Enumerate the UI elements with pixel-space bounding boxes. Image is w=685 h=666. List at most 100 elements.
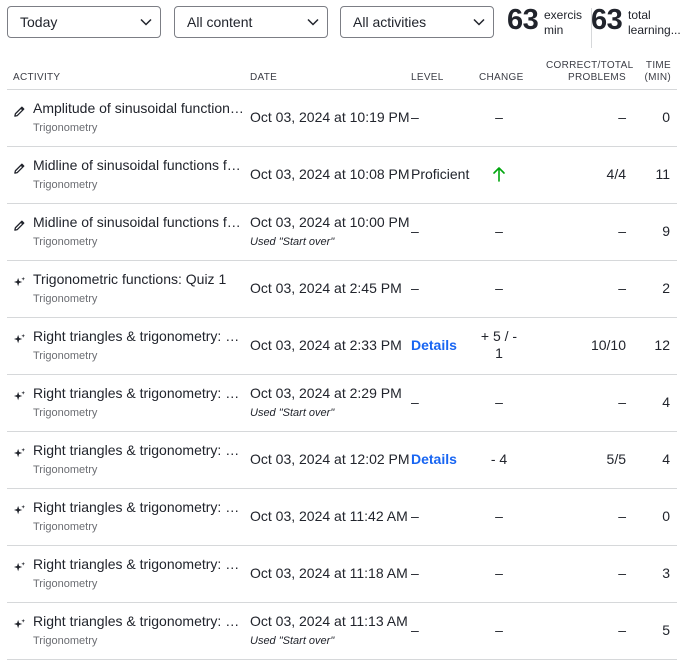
start-over-note: Used "Start over" — [250, 407, 335, 419]
correct-total-value: – — [618, 394, 626, 410]
chevron-down-icon — [473, 18, 485, 26]
correct-total-value: – — [618, 508, 626, 524]
activity-date: Oct 03, 2024 at 2:33 PM — [250, 337, 402, 353]
time-value: 3 — [662, 565, 670, 581]
time-value: 9 — [662, 223, 670, 239]
table-row[interactable]: Right triangles & trigonometry: Unit tes… — [7, 375, 677, 432]
correct-total-value: 5/5 — [606, 451, 626, 467]
activity-subject: Trigonometry — [33, 635, 98, 647]
change-value: - 4 — [490, 451, 508, 467]
content-value: All content — [187, 14, 253, 30]
activity-title[interactable]: Midline of sinusoidal functions from gra… — [33, 157, 245, 174]
activity-subject: Trigonometry — [33, 578, 98, 590]
correct-total-value: – — [618, 565, 626, 581]
header-correct-total: CORRECT/TOTAL PROBLEMS — [546, 60, 634, 83]
time-value: 0 — [662, 508, 670, 524]
activity-title[interactable]: Trigonometric functions: Quiz 1 — [33, 271, 245, 288]
activity-title[interactable]: Right triangles & trigonometry: Quiz 2 — [33, 442, 245, 459]
level-value: – — [411, 622, 419, 638]
table-row[interactable]: Right triangles & trigonometry: Quiz 1 Tr… — [7, 546, 677, 603]
change-value: – — [495, 508, 503, 524]
activity-title[interactable]: Right triangles & trigonometry: Quiz 1 — [33, 613, 245, 630]
correct-total-value: – — [618, 109, 626, 125]
activity-title[interactable]: Midline of sinusoidal functions from equ… — [33, 214, 245, 231]
details-link[interactable]: Details — [411, 451, 457, 468]
level-value: – — [411, 508, 419, 524]
activity-subject: Trigonometry — [33, 179, 98, 191]
content-select[interactable]: All content — [174, 6, 328, 38]
details-link[interactable]: Details — [411, 337, 457, 354]
exercise-minutes-stat: 63 exercis min — [507, 4, 585, 46]
header-activity: ACTIVITY — [13, 72, 61, 83]
level-value: – — [411, 109, 419, 125]
correct-total-value: 10/10 — [590, 337, 626, 353]
table-row[interactable]: Midline of sinusoidal functions from equ… — [7, 204, 677, 261]
learning-minutes-label: total learning... — [628, 8, 680, 37]
activity-subject: Trigonometry — [33, 464, 98, 476]
sparkle-icon — [13, 561, 26, 574]
sparkle-icon — [13, 390, 26, 403]
activities-select[interactable]: All activities — [340, 6, 494, 38]
activity-table: Amplitude of sinusoidal functions from e… — [7, 90, 677, 660]
sparkle-icon — [13, 333, 26, 346]
activity-date: Oct 03, 2024 at 10:00 PM — [250, 214, 410, 230]
change-value: – — [495, 280, 503, 296]
date-range-select[interactable]: Today — [7, 6, 161, 38]
table-row[interactable]: Right triangles & trigonometry: Quiz 2 Tr… — [7, 432, 677, 489]
time-value: 11 — [655, 166, 670, 182]
activities-value: All activities — [353, 14, 427, 30]
activity-date: Oct 03, 2024 at 2:45 PM — [250, 280, 402, 296]
activity-title[interactable]: Right triangles & trigonometry: Unit tes… — [33, 328, 245, 345]
pencil-icon — [13, 219, 26, 232]
activity-title[interactable]: Right triangles & trigonometry: Unit tes… — [33, 385, 245, 402]
table-row[interactable]: Midline of sinusoidal functions from gra… — [7, 147, 677, 204]
change-value: – — [495, 223, 503, 239]
activity-title[interactable]: Right triangles & trigonometry: Quiz 2 — [33, 499, 245, 516]
chevron-down-icon — [307, 18, 319, 26]
level-value: – — [411, 394, 419, 410]
time-value: 4 — [662, 451, 670, 467]
activity-date: Oct 03, 2024 at 11:18 AM — [250, 565, 408, 581]
time-value: 5 — [662, 622, 670, 638]
date-range-value: Today — [20, 14, 58, 30]
activity-subject: Trigonometry — [33, 293, 98, 305]
exercise-minutes-value: 63 — [507, 4, 539, 36]
header-date: DATE — [250, 72, 278, 83]
activity-date: Oct 03, 2024 at 10:08 PM — [250, 166, 410, 182]
correct-total-value: – — [618, 622, 626, 638]
header-level: LEVEL — [411, 72, 444, 83]
start-over-note: Used "Start over" — [250, 635, 335, 647]
time-value: 0 — [662, 109, 670, 125]
activity-title[interactable]: Amplitude of sinusoidal functions from e… — [33, 100, 245, 117]
filter-bar: Today All content All activities 63 exer… — [7, 4, 685, 48]
sparkle-icon — [13, 276, 26, 289]
pencil-icon — [13, 105, 26, 118]
level-value: – — [411, 280, 419, 296]
activity-title[interactable]: Right triangles & trigonometry: Quiz 1 — [33, 556, 245, 573]
exercise-minutes-label: exercis min — [544, 8, 582, 37]
learning-minutes-stat: 63 total learning... — [591, 4, 681, 46]
activity-subject: Trigonometry — [33, 350, 98, 362]
activity-subject: Trigonometry — [33, 122, 98, 134]
activity-subject: Trigonometry — [33, 407, 98, 419]
pencil-icon — [13, 162, 26, 175]
chevron-down-icon — [140, 18, 152, 26]
change-value: + 5 / - 1 — [480, 328, 518, 361]
activity-date: Oct 03, 2024 at 2:29 PM — [250, 385, 402, 401]
sparkle-icon — [13, 504, 26, 517]
learning-minutes-value: 63 — [591, 4, 623, 36]
change-value: – — [495, 109, 503, 125]
correct-total-value: – — [618, 280, 626, 296]
header-time: TIME (MIN) — [644, 60, 671, 83]
activity-date: Oct 03, 2024 at 10:19 PM — [250, 109, 410, 125]
activity-date: Oct 03, 2024 at 11:13 AM — [250, 613, 408, 629]
table-row[interactable]: Right triangles & trigonometry: Quiz 2 Tr… — [7, 489, 677, 546]
correct-total-value: – — [618, 223, 626, 239]
level-value: – — [411, 223, 419, 239]
level-value: Proficient — [411, 166, 470, 182]
table-row[interactable]: Trigonometric functions: Quiz 1 Trigonome… — [7, 261, 677, 318]
change-up-arrow-icon — [479, 166, 519, 182]
table-row[interactable]: Amplitude of sinusoidal functions from e… — [7, 90, 677, 147]
table-row[interactable]: Right triangles & trigonometry: Unit tes… — [7, 318, 677, 375]
table-row[interactable]: Right triangles & trigonometry: Quiz 1 Tr… — [7, 603, 677, 660]
